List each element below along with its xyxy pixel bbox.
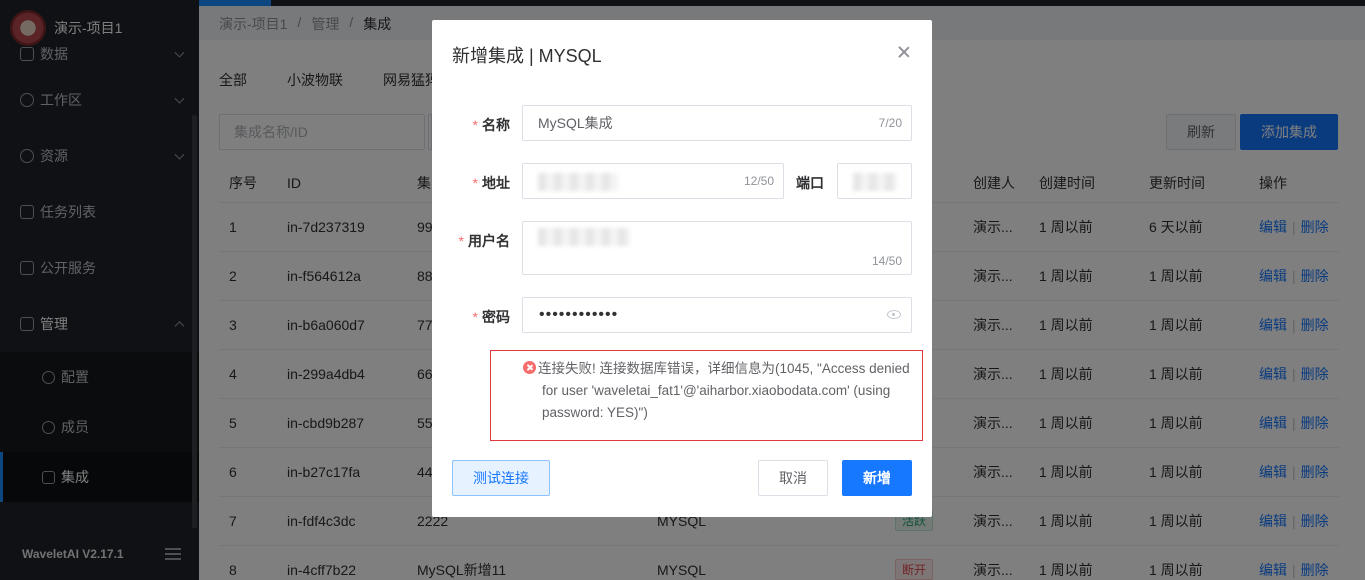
username-field[interactable]: 14/50 (522, 221, 912, 275)
name-counter: 7/20 (878, 116, 902, 130)
close-icon[interactable] (898, 46, 910, 58)
address-counter: 12/50 (743, 174, 774, 188)
redacted-username (538, 228, 630, 246)
error-text: 连接失败! 连接数据库错误，详细信息为(1045, "Access denied… (538, 361, 910, 420)
error-icon (523, 361, 536, 374)
add-integration-dialog: 新增集成 | MYSQL * 名称 MySQL集成 7/20 * 地址 12/50 … (432, 20, 932, 517)
password-value: •••••••••••• (539, 306, 619, 323)
error-message: 连接失败! 连接数据库错误，详细信息为(1045, "Access denied… (490, 350, 923, 441)
eye-icon[interactable] (887, 310, 901, 319)
name-label: * 名称 (472, 117, 510, 133)
username-counter: 14/50 (871, 254, 902, 268)
password-field[interactable]: •••••••••••• (522, 297, 912, 333)
redacted-address (538, 173, 618, 192)
password-label: * 密码 (472, 309, 510, 325)
port-field[interactable] (837, 163, 912, 199)
address-label: * 地址 (472, 175, 510, 191)
name-value: MySQL集成 (538, 115, 613, 131)
redacted-port (853, 173, 897, 192)
test-connection-button[interactable]: 测试连接 (452, 460, 550, 496)
cancel-button[interactable]: 取消 (758, 460, 828, 496)
name-field[interactable]: MySQL集成 7/20 (522, 105, 912, 141)
port-label: 端口 (796, 175, 824, 191)
submit-button[interactable]: 新增 (842, 460, 912, 496)
app-root: 演示-项目1 数据 工作区 资源 任务列表 公开服务 管理 (0, 0, 1365, 580)
username-label: * 用户名 (458, 233, 510, 249)
dialog-title: 新增集成 | MYSQL (452, 46, 602, 66)
address-field[interactable]: 12/50 (522, 163, 784, 199)
